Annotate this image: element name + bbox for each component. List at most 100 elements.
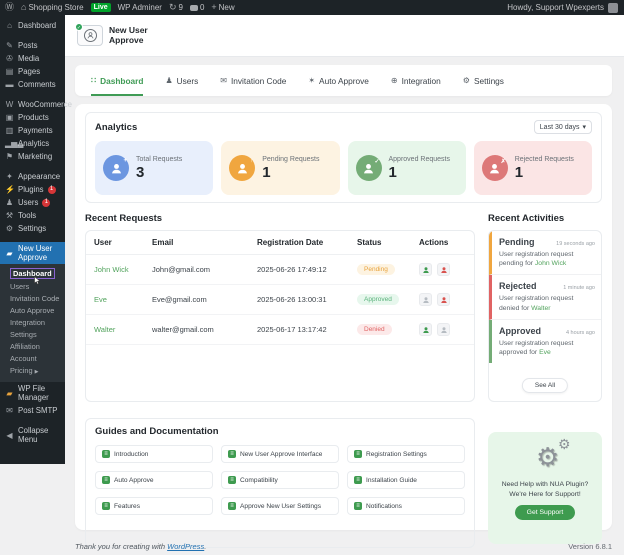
wordpress-link[interactable]: WordPress [167,542,204,551]
sidebar-item-dashboard[interactable]: ⌂ Dashboard [0,19,65,32]
guide-installation[interactable]: ≡ Installation Guide [347,471,465,489]
activity-user-name: John Wick [534,260,567,268]
tab-integration[interactable]: ⊕ Integration [391,65,441,96]
admin-sidebar: ⌂ Dashboard ✎ Posts ✇ Media ▤ Pages ▬ Comment… [0,15,72,464]
registration-date: 2025-06-26 17:49:12 [249,254,349,285]
doc-icon: ≡ [354,450,362,458]
guides-section: Guides and Documentation ≡ Introduction ≡… [85,418,475,548]
support-card: ⚙ ⚙ Need Help with NUA Plugin? We're Her… [488,432,602,544]
guide-auto-approve[interactable]: ≡ Auto Approve [95,471,213,489]
sidebar-item-collapse-menu[interactable]: ◀ Collapse Menu [0,424,65,446]
wp-adminer-link[interactable]: WP Adminer [118,3,162,12]
sidebar-item-analytics[interactable]: ▂▅▃ Analytics [0,137,65,150]
card-value: 1 [388,163,397,181]
guide-registration-settings[interactable]: ≡ Registration Settings [347,445,465,463]
wordpress-logo-icon[interactable]: Ⓦ [5,3,14,12]
comments-icon [189,4,198,11]
sidebar-item-marketing[interactable]: ⚑ Marketing [0,150,65,163]
sidebar-item-settings[interactable]: ⚙ Settings [0,222,65,235]
user-name: Eve [86,284,144,315]
approved-requests-card: ✓ Approved Requests 1 [347,141,466,195]
submenu-item-pricing[interactable]: Pricing ▶ [0,364,65,378]
date-range-dropdown[interactable]: Last 30 days ▾ [533,120,592,134]
submenu-item-affiliation[interactable]: Affiliation [0,340,65,352]
analytics-title: Analytics [95,121,138,133]
admin-bar: Ⓦ ⌂ Shopping Store Live WP Adminer ↻ 9 0… [0,0,624,15]
sidebar-item-media[interactable]: ✇ Media [0,52,65,65]
tab-invitation-code[interactable]: ✉ Invitation Code [220,65,286,96]
card-value: 3 [136,163,145,181]
main-content: ✓ New User Approve ∷ Dashboard ♟ Users ✉ In… [65,15,624,555]
new-content-link[interactable]: + New [211,3,234,13]
live-badge: Live [90,3,111,12]
total-requests-icon: + [103,155,129,181]
gear-icon: ⚙ [536,442,560,472]
sidebar-item-tools[interactable]: ⚒ Tools [0,209,65,222]
guide-features[interactable]: ≡ Features [95,497,213,515]
sidebar-item-plugins[interactable]: ⚡ Plugins 1 [0,183,65,196]
site-name: Shopping Store [28,3,84,12]
person-icon: ♟ [165,76,173,85]
tab-dashboard[interactable]: ∷ Dashboard [91,65,144,96]
updates-count: 9 [178,3,183,12]
guide-nua-interface[interactable]: ≡ New User Approve Interface [221,445,339,463]
updates-link[interactable]: ↻ 9 [169,3,183,13]
submenu-item-dashboard[interactable]: Dashboard [0,266,65,280]
user-email: walter@gmail.com [144,314,249,345]
guide-compatibility[interactable]: ≡ Compatibility [221,471,339,489]
approve-user-icon[interactable] [419,263,432,276]
sidebar-item-appearance[interactable]: ✦ Appearance [0,170,65,183]
user-avatar[interactable] [608,2,618,13]
pending-requests-icon: ↑ [229,155,256,181]
get-support-button[interactable]: Get Support [514,505,576,521]
sidebar-item-posts[interactable]: ✎ Posts [0,39,65,52]
guide-introduction[interactable]: ≡ Introduction [95,445,213,463]
comments-link[interactable]: 0 [189,3,205,12]
submenu-item-invitation-code[interactable]: Invitation Code [0,292,65,304]
approve-user-icon-disabled [419,293,432,306]
submenu-item-integration[interactable]: Integration [0,316,65,328]
guide-approve-settings[interactable]: ≡ Approve New User Settings [221,497,339,515]
sidebar-item-pages[interactable]: ▤ Pages [0,65,65,78]
logo-person-icon [83,29,97,42]
footer-version: Version 6.8.1 [568,542,612,551]
sidebar-item-payments[interactable]: ▥ Payments [0,124,65,137]
tab-settings[interactable]: ⚙ Settings [463,65,504,96]
sidebar-item-products[interactable]: ▣ Products [0,111,65,124]
comments-count: 0 [199,3,205,12]
footer-thanks: Thank you for creating with WordPress. [75,542,207,551]
table-row: Walter walter@gmail.com 2025-06-17 13:17… [86,314,474,345]
sidebar-item-new-user-approve[interactable]: ▰ New User Approve [0,242,65,264]
see-all-button[interactable]: See All [521,378,569,393]
submenu-item-settings[interactable]: Settings [0,328,65,340]
deny-user-icon[interactable] [437,293,451,306]
submenu-item-users[interactable]: Users [0,280,65,292]
status-badge: Approved [357,294,399,305]
logo-check-icon: ✓ [75,23,83,31]
footer: Thank you for creating with WordPress. V… [75,542,612,551]
deny-user-icon[interactable] [437,263,451,276]
users-count-badge: 1 [42,198,51,207]
tab-users[interactable]: ♟ Users [165,65,198,96]
tab-auto-approve[interactable]: ✶ Auto Approve [308,65,369,96]
sidebar-item-comments[interactable]: ▬ Comments [0,78,65,91]
sidebar-item-users[interactable]: ♟ Users 1 [0,196,65,209]
total-requests-card: + Total Requests 3 [95,141,214,195]
posts-icon: ✎ [6,41,13,50]
howdy-text[interactable]: Howdy, Support Wpexperts [507,3,604,12]
plugins-count-badge: 1 [47,185,56,194]
col-actions: Actions [411,231,474,255]
card-label: Approved Requests [388,155,450,163]
sidebar-item-post-smtp[interactable]: ✉ Post SMTP [0,404,65,417]
submenu-item-auto-approve[interactable]: Auto Approve [0,304,65,316]
guide-notifications[interactable]: ≡ Notifications [347,497,465,515]
gears-illustration: ⚙ ⚙ [496,436,594,474]
approve-user-icon[interactable] [419,323,432,336]
submenu-item-account[interactable]: Account [0,352,65,364]
sidebar-item-wp-file-manager[interactable]: ▰ WP File Manager [0,382,65,404]
site-name-link[interactable]: ⌂ Shopping Store [21,3,84,13]
sidebar-item-woocommerce[interactable]: W WooCommerce [0,98,72,111]
analytics-section: Analytics Last 30 days ▾ + Total Request… [85,112,602,203]
gear-icon: ⚙ [462,76,470,85]
doc-icon: ≡ [354,476,362,484]
